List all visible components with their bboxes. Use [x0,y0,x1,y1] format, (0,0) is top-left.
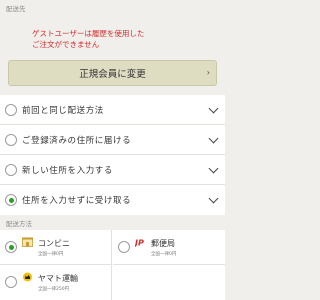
shipping-method-name: ヤマト運輸 [38,274,78,283]
radio-button-selected[interactable] [5,241,17,253]
yamato-cat-icon [23,272,32,282]
radio-button[interactable] [5,276,17,288]
radio-button[interactable] [118,241,130,253]
shipping-method-konbini[interactable]: コンビニ 全国一律0円 [0,230,112,265]
radio-button[interactable] [5,163,17,176]
address-option-registered[interactable]: ご登録済みの住所に届ける [0,125,225,155]
shipping-method-price: 全国一律250円 [38,287,70,292]
chevron-down-icon [208,103,219,114]
address-option-label: 前回と同じ配送方法 [22,105,104,116]
address-option-label: 新しい住所を入力する [22,165,114,176]
shipping-method-yamato[interactable]: ヤマト運輸 全国一律250円 [0,265,112,300]
radio-button-selected[interactable] [5,194,17,206]
upgrade-to-member-button[interactable]: 正規会員に変更 › [8,60,217,86]
shipping-method-name: コンビニ [38,239,70,248]
guest-notice-line2: ご注文ができません [32,39,100,49]
address-option-pickup[interactable]: 住所を入力せずに受け取る [0,185,225,215]
chevron-down-icon [208,163,219,174]
shipping-method-post-office[interactable]: JP 郵便局 全国一律0円 [113,230,225,265]
japan-post-icon: JP [135,239,144,248]
address-option-previous[interactable]: 前回と同じ配送方法 [0,95,225,125]
shipping-method-name: 郵便局 [151,239,175,248]
guest-notice: ゲストユーザーは履歴を使用した ご注文ができません [32,29,144,50]
svg-text:JP: JP [135,239,144,248]
address-options-list: 前回と同じ配送方法 ご登録済みの住所に届ける 新しい住所を入力する 住所を入力せ… [0,95,225,215]
upgrade-button-label: 正規会員に変更 [79,69,146,80]
address-option-new[interactable]: 新しい住所を入力する [0,155,225,185]
address-option-label: ご登録済みの住所に届ける [22,135,132,146]
radio-button[interactable] [5,103,17,116]
guest-notice-line1: ゲストユーザーは履歴を使用した [32,29,145,38]
convenience-store-icon [22,237,33,247]
shipping-method-price: 全国一律0円 [151,252,177,257]
address-option-label: 住所を入力せずに受け取る [22,196,132,206]
chevron-down-icon [208,133,219,144]
shipping-method-price: 全国一律0円 [38,252,64,257]
destination-section-label: 配送先 [6,5,26,13]
chevron-down-icon [208,193,219,204]
shipping-method-section-label: 配送方法 [6,220,32,228]
shipping-methods-grid: コンビニ 全国一律0円 JP 郵便局 全国一律0円 ヤマト運輸 全国一律250円 [0,230,225,300]
radio-button[interactable] [5,133,17,146]
chevron-right-icon: › [206,68,210,77]
